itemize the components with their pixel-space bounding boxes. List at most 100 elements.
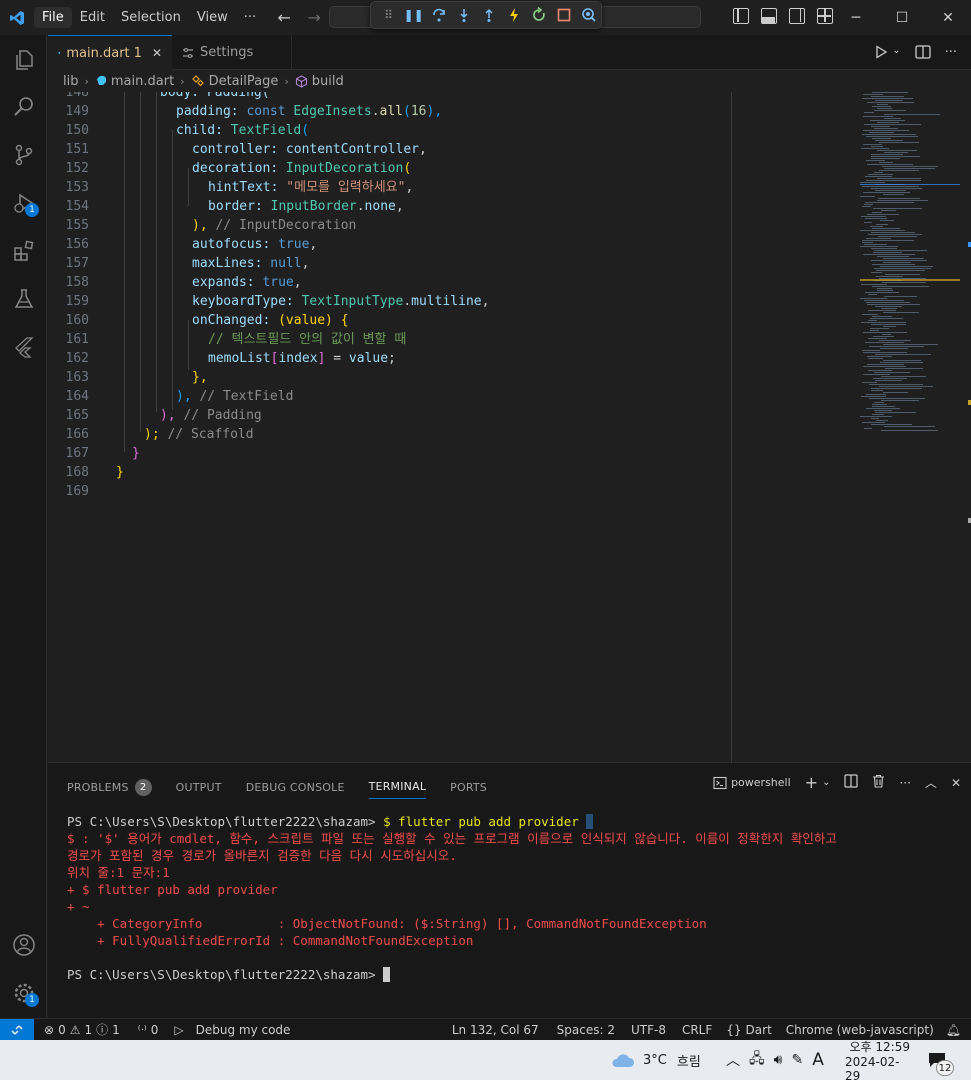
minimap-line xyxy=(867,304,920,305)
breadcrumb-detailpage[interactable]: DetailPage xyxy=(209,74,279,89)
minimap-line xyxy=(865,292,899,293)
terminal-shell-selector[interactable]: powershell xyxy=(713,776,791,790)
ports-status[interactable]: ⁽ᐧ⁾ 0 xyxy=(132,1023,165,1037)
minimap-line xyxy=(871,390,883,391)
kill-terminal-trash-icon[interactable] xyxy=(872,774,885,791)
terminal-icon xyxy=(713,776,727,789)
toggle-panel-icon[interactable] xyxy=(761,8,777,24)
minimap-line xyxy=(876,420,888,421)
manage-gear-icon[interactable]: 1 xyxy=(0,973,47,1013)
minimap-line xyxy=(867,164,913,165)
end-of-line[interactable]: CRLF xyxy=(676,1023,718,1037)
breadcrumb-build[interactable]: build xyxy=(312,74,344,89)
panel-tab-output[interactable]: OUTPUT xyxy=(176,775,222,799)
ime-indicator[interactable]: A xyxy=(812,1050,824,1070)
terminal-dropdown-chevron-icon[interactable]: ⌄ xyxy=(822,777,830,788)
minimap-line xyxy=(872,316,892,317)
minimap-line xyxy=(870,330,879,331)
run-debug-icon[interactable]: 1 xyxy=(0,183,47,223)
breadcrumb-lib[interactable]: lib xyxy=(63,74,78,89)
pause-icon[interactable]: ❚❚ xyxy=(402,3,425,27)
minimap-line xyxy=(868,294,877,295)
minimap-line xyxy=(862,382,877,383)
account-icon[interactable] xyxy=(0,925,47,965)
menu-selection[interactable]: Selection xyxy=(113,7,189,28)
split-editor-icon[interactable] xyxy=(914,45,931,63)
step-out-icon[interactable] xyxy=(477,3,500,27)
code-editor[interactable]: 148 body: Padding( 149 padding: const Edge… xyxy=(48,92,971,762)
stop-icon[interactable] xyxy=(553,3,576,27)
minimap-line xyxy=(878,198,920,199)
back-arrow-icon[interactable]: ← xyxy=(274,8,294,27)
devtools-search-icon[interactable] xyxy=(578,3,601,27)
line-number: 150 xyxy=(65,123,89,138)
notification-center[interactable]: 12 xyxy=(928,1040,954,1080)
settings-tab-icon xyxy=(183,47,193,58)
weather-widget[interactable]: 3°C 흐림 xyxy=(610,1040,701,1080)
minimap-line xyxy=(881,308,897,309)
remote-indicator-icon[interactable] xyxy=(0,1018,34,1041)
minimap-line xyxy=(863,254,915,255)
panel-tab-terminal[interactable]: TERMINAL xyxy=(368,775,427,799)
breadcrumb-main-dart[interactable]: main.dart xyxy=(111,74,174,89)
maximize-panel-chevron-up-icon[interactable]: ︿ xyxy=(925,774,937,791)
source-control-icon[interactable] xyxy=(0,135,47,175)
terminal-output[interactable]: PS C:\Users\S\Desktop\flutter2222\shazam… xyxy=(67,813,837,983)
step-over-icon[interactable] xyxy=(427,3,450,27)
run-chevron-down-icon[interactable]: ⌄ xyxy=(892,45,900,63)
clock[interactable]: 오후 12:59 2024-02-29 xyxy=(845,1040,910,1080)
new-terminal-plus-icon[interactable]: + xyxy=(805,773,818,792)
speaker-icon[interactable]: 🔊︎ xyxy=(774,1052,783,1068)
restart-icon[interactable] xyxy=(528,3,551,27)
menu-file[interactable]: File xyxy=(34,7,72,28)
explorer-icon[interactable] xyxy=(0,40,47,80)
split-terminal-icon[interactable] xyxy=(844,774,859,791)
close-icon[interactable]: ✕ xyxy=(925,0,971,35)
customize-layout-icon[interactable] xyxy=(817,8,833,24)
minimap-line xyxy=(871,248,897,249)
language-mode[interactable]: {} Dart xyxy=(720,1023,778,1037)
minimap[interactable] xyxy=(860,92,960,432)
minimap-line xyxy=(867,356,892,357)
toggle-secondary-sidebar-icon[interactable] xyxy=(789,8,805,24)
tab-close-icon[interactable]: ✕ xyxy=(152,46,162,60)
minimap-line xyxy=(868,338,887,339)
panel-tab-debug-console[interactable]: DEBUG CONSOLE xyxy=(246,775,345,799)
hot-reload-icon[interactable] xyxy=(503,3,526,27)
minimap-line xyxy=(863,130,909,131)
flutter-icon[interactable] xyxy=(0,327,47,367)
minimap-line xyxy=(879,142,919,143)
testing-flask-icon[interactable] xyxy=(0,279,47,319)
panel-tab-ports[interactable]: PORTS xyxy=(450,775,487,799)
tab-main-dart[interactable]: main.dart 1 ✕ xyxy=(48,35,172,70)
device-selector[interactable]: Chrome (web-javascript) xyxy=(780,1023,940,1037)
pen-icon[interactable]: ✎ xyxy=(791,1052,803,1068)
tab-settings[interactable]: Settings xyxy=(172,35,292,70)
menu-view[interactable]: View xyxy=(189,7,236,28)
network-icon[interactable]: 🖧︎ xyxy=(749,1048,765,1072)
forward-arrow-icon[interactable]: → xyxy=(304,8,324,27)
menu-more[interactable]: ··· xyxy=(236,7,264,28)
indentation[interactable]: Spaces: 2 xyxy=(551,1023,621,1037)
search-icon[interactable] xyxy=(0,87,47,127)
maximize-icon[interactable]: ☐ xyxy=(879,0,925,35)
notifications-bell-icon[interactable]: 🔔︎ xyxy=(940,1023,967,1037)
step-into-icon[interactable] xyxy=(452,3,475,27)
problems-status[interactable]: ⊗ 0 ⚠ 1 ⓘ 1 xyxy=(38,1021,126,1038)
more-actions-icon[interactable]: ··· xyxy=(899,776,910,790)
minimize-icon[interactable]: ─ xyxy=(833,0,879,35)
toggle-primary-sidebar-icon[interactable] xyxy=(733,8,749,24)
minimap-line xyxy=(862,240,914,241)
show-hidden-icons-chevron-up-icon[interactable]: ︿ xyxy=(726,1050,740,1070)
minimap-line xyxy=(872,106,891,107)
menu-edit[interactable]: Edit xyxy=(72,7,113,28)
close-panel-icon[interactable]: ✕ xyxy=(951,776,961,790)
debug-status[interactable]: ▷ Debug my code xyxy=(168,1023,296,1037)
more-actions-icon[interactable]: ··· xyxy=(945,45,957,63)
drag-handle-icon[interactable]: ⠿ xyxy=(377,3,400,27)
extensions-icon[interactable] xyxy=(0,231,47,271)
run-icon[interactable] xyxy=(874,45,888,63)
cursor-position[interactable]: Ln 132, Col 67 xyxy=(446,1023,545,1037)
panel-tab-problems[interactable]: PROBLEMS 2 xyxy=(67,775,152,799)
encoding[interactable]: UTF-8 xyxy=(625,1023,672,1037)
